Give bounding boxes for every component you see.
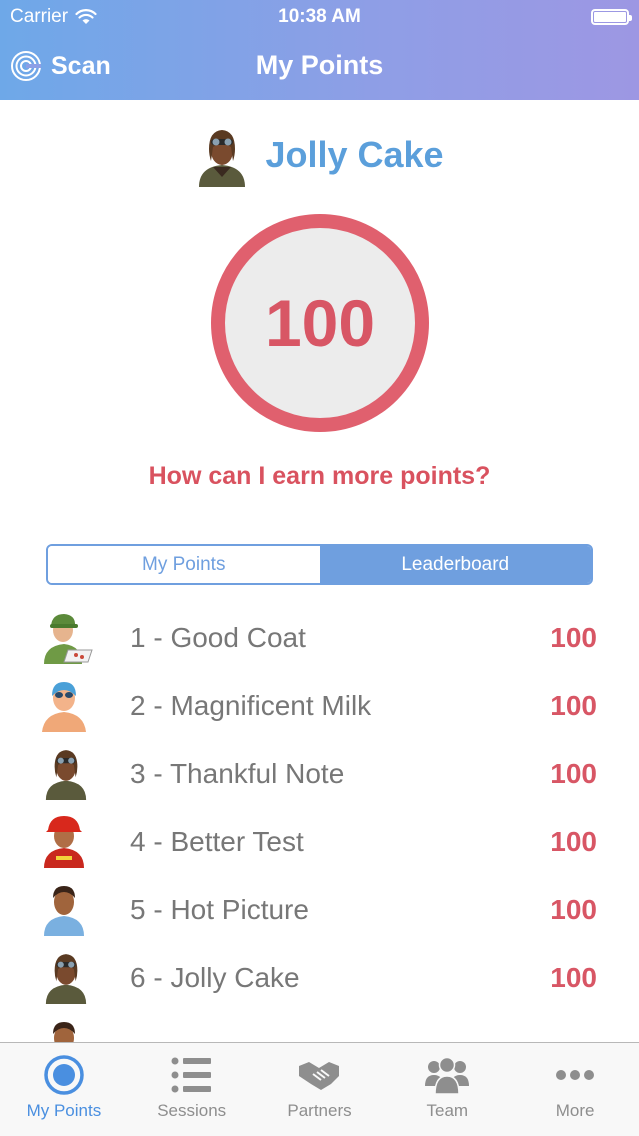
status-bar: Carrier 10:38 AM [0,0,639,34]
leaderboard-entry-name: 6 - Jolly Cake [130,962,300,993]
points-ring: 100 [211,214,429,432]
tab-label: My Points [26,1101,102,1120]
segment-my-points[interactable]: My Points [48,546,320,583]
tab-bar: My Points Sessions Partners Team More [0,1042,639,1136]
tab-team[interactable]: Team [383,1043,511,1136]
segment-leaderboard[interactable]: Leaderboard [319,546,591,583]
target-icon [44,1055,84,1095]
header-bar: Carrier 10:38 AM Scan My Points [0,0,639,100]
tab-label: Sessions [157,1101,227,1120]
list-icon [171,1057,211,1093]
scan-button-label: Scan [51,51,111,80]
firefighter-avatar [44,816,84,868]
swimmer-avatar [42,682,86,732]
list-item[interactable]: 5 - Hot Picture 100 [0,874,639,942]
pilot-avatar [45,750,87,800]
list-item[interactable]: 6 - Jolly Cake 100 [0,942,639,1010]
leaderboard-entry-score: 100 [550,826,597,857]
leaderboard-entry-score: 100 [550,758,597,789]
tab-label: Partners [287,1101,352,1120]
list-item-partial[interactable] [0,1010,639,1042]
status-time: 10:38 AM [278,6,361,27]
pilot-avatar [45,954,87,1004]
list-item[interactable]: 4 - Better Test 100 [0,806,639,874]
tab-my-points[interactable]: My Points [0,1043,128,1136]
scan-icon [11,51,41,81]
earn-more-points-link[interactable]: How can I earn more points? [0,462,639,491]
list-item[interactable]: 1 - Good Coat 100 [0,602,639,670]
scan-button[interactable]: Scan [10,50,111,82]
tab-label: More [555,1101,595,1120]
leaderboard-entry-score: 100 [550,690,597,721]
points-value: 100 [264,286,376,360]
leaderboard-entry-name: 5 - Hot Picture [130,894,309,925]
user-name: Jolly Cake [265,134,444,175]
handshake-icon [299,1062,340,1090]
tab-sessions[interactable]: Sessions [128,1043,256,1136]
pilot-avatar [199,130,246,187]
tab-label: Team [426,1101,469,1120]
man-avatar [44,886,84,936]
leaderboard-entry-name: 3 - Thankful Note [130,758,345,789]
list-item[interactable]: 2 - Magnificent Milk 100 [0,670,639,738]
leaderboard-entry-score: 100 [550,962,597,993]
leaderboard-entry-name: 1 - Good Coat [130,622,306,653]
man-avatar [53,1022,75,1042]
list-item[interactable]: 3 - Thankful Note 100 [0,738,639,806]
team-icon [425,1056,470,1094]
leaderboard-list[interactable]: 1 - Good Coat 100 2 - Magnificent Milk 1… [0,602,639,1042]
tab-more[interactable]: More [511,1043,639,1136]
points-segmented-control: My Points Leaderboard [46,544,593,585]
pizza-delivery-avatar [44,614,93,664]
tab-partners[interactable]: Partners [256,1043,384,1136]
leaderboard-entry-name: 4 - Better Test [130,826,304,857]
more-icon [556,1070,595,1080]
battery-icon [591,9,632,25]
leaderboard-entry-score: 100 [550,894,597,925]
leaderboard-entry-name: 2 - Magnificent Milk [130,690,372,721]
leaderboard-entry-score: 100 [550,622,597,653]
user-profile: Jolly Cake [0,120,639,190]
